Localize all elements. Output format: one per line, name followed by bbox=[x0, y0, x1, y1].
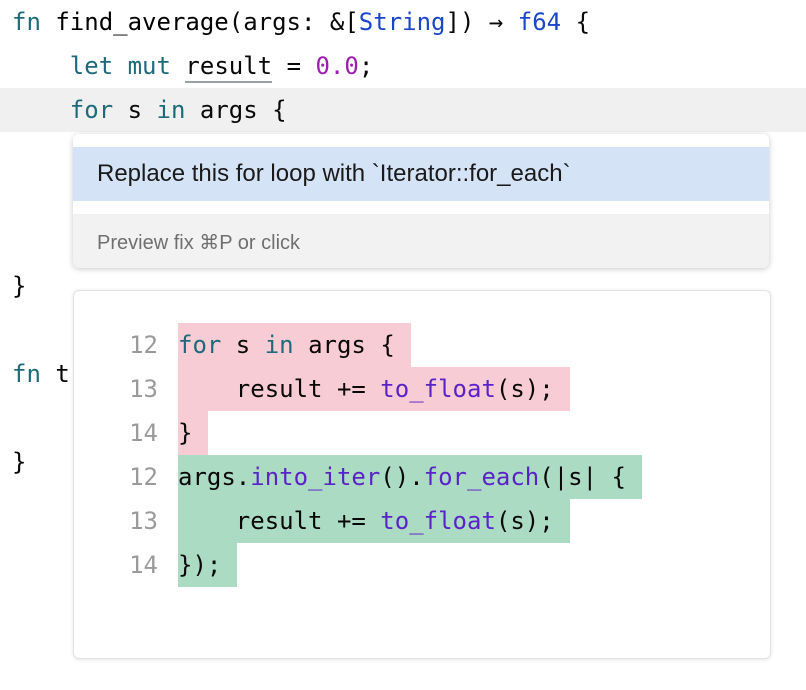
function-name-2: t bbox=[55, 360, 70, 388]
function-name: find_average bbox=[55, 8, 229, 36]
return-type: f64 bbox=[517, 8, 562, 36]
open-brace: { bbox=[575, 8, 591, 36]
number-literal: 0.0 bbox=[315, 52, 359, 80]
preview-fix-hint: Preview fix ⌘P or click bbox=[97, 232, 301, 254]
line-number: 13 bbox=[129, 507, 158, 535]
keyword-fn: fn bbox=[12, 8, 41, 36]
semicolon: ; bbox=[358, 52, 374, 80]
code-token: in bbox=[264, 331, 294, 359]
line-number: 12 bbox=[129, 463, 158, 491]
params-open: (args: &[ bbox=[228, 8, 359, 36]
return-arrow: → bbox=[488, 8, 504, 36]
params-close: ]) bbox=[445, 8, 475, 36]
code-token: } bbox=[178, 419, 193, 447]
code-token: (). bbox=[380, 463, 424, 491]
code-token: to_float bbox=[380, 507, 496, 535]
type-string: String bbox=[358, 8, 446, 36]
line-number: 13 bbox=[129, 375, 158, 403]
code-token: into_iter bbox=[250, 463, 381, 491]
close-brace-2: } bbox=[12, 448, 27, 476]
close-brace: } bbox=[12, 272, 27, 300]
code-text: args.into_iter().for_each(|s| { bbox=[178, 455, 642, 499]
code-token: }); bbox=[178, 551, 222, 579]
code-token: to_float bbox=[380, 375, 496, 403]
keyword-let: let bbox=[69, 52, 114, 80]
keyword-fn-2: fn bbox=[12, 360, 41, 388]
replace-for-loop-action[interactable]: Replace this for loop with `Iterator::fo… bbox=[73, 147, 769, 201]
code-text: } bbox=[178, 411, 209, 455]
code-line-close-2[interactable]: } bbox=[12, 440, 26, 484]
code-token: (s); bbox=[495, 375, 554, 403]
code-token: result += bbox=[178, 375, 381, 403]
code-token: s bbox=[221, 331, 265, 359]
line-number: 12 bbox=[129, 331, 158, 359]
keyword-for: for bbox=[69, 96, 114, 124]
code-token: for_each bbox=[423, 463, 540, 491]
code-token: args. bbox=[178, 463, 251, 491]
variable-result: result bbox=[185, 52, 273, 83]
keyword-in: in bbox=[156, 96, 186, 124]
loop-rest: args { bbox=[199, 96, 287, 124]
line-number: 14 bbox=[129, 551, 158, 579]
code-line-close-1[interactable]: } bbox=[12, 264, 26, 308]
code-line-for[interactable]: for s in args { bbox=[12, 88, 287, 132]
assign-op: = bbox=[286, 52, 302, 80]
code-line-fn2[interactable]: fn t bbox=[12, 352, 70, 396]
line-number: 14 bbox=[129, 419, 158, 447]
code-token: args { bbox=[293, 331, 395, 359]
code-line-fn-signature[interactable]: fn find_average(args: &[String]) → f64 { bbox=[12, 0, 590, 44]
keyword-mut: mut bbox=[127, 52, 171, 80]
code-text: }); bbox=[178, 543, 238, 587]
loop-var: s bbox=[127, 96, 143, 124]
code-token: (s); bbox=[495, 507, 554, 535]
code-text: result += to_float(s); bbox=[178, 499, 570, 543]
code-token: (|s| { bbox=[539, 463, 626, 491]
code-text: result += to_float(s); bbox=[178, 367, 570, 411]
code-text: for s in args { bbox=[178, 323, 411, 367]
code-token: result += bbox=[178, 507, 381, 535]
code-token: for bbox=[178, 331, 222, 359]
fix-preview-panel: 12 for s in args {13 result += to_float(s… bbox=[73, 290, 771, 659]
code-line-let[interactable]: let mut result = 0.0; bbox=[12, 44, 373, 88]
intention-popup: Replace this for loop with `Iterator::fo… bbox=[73, 134, 769, 268]
